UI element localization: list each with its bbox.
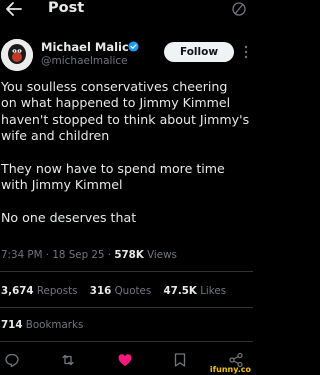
grok-slash-icon[interactable] <box>231 1 247 17</box>
tweet-timestamp: 7:34 PM · 18 Sep 25 · 578K Views <box>1 249 177 261</box>
quotes-count: 316 <box>89 285 112 297</box>
tweet-line: wife and children <box>1 128 110 144</box>
more-options-icon[interactable] <box>244 44 248 60</box>
follow-button[interactable]: Follow <box>164 42 234 62</box>
watermark-logo: ifunny.co <box>209 365 251 374</box>
divider <box>0 271 253 272</box>
tweet-date[interactable]: 18 Sep 25 <box>52 249 104 261</box>
tweet-line: You soulless conservatives cheering <box>1 79 228 94</box>
tweet-line: No one deserves that <box>1 210 137 226</box>
author-name[interactable]: Michael Malice <box>41 40 137 54</box>
tweet-paragraph: You soulless conservatives cheering on w… <box>1 79 252 145</box>
tweet-line: haven't stopped to think about Jimmy's <box>1 111 250 127</box>
quotes-label: Quotes <box>114 285 152 297</box>
likes-stat[interactable]: 47.5K Likes <box>164 285 227 297</box>
bookmarks-stat[interactable]: 714 Bookmarks <box>1 319 83 331</box>
arrow-left-icon[interactable] <box>5 1 23 17</box>
engagement-stats: 3,674 Reposts 316 Quotes 47.5K Likes <box>1 285 235 297</box>
views-count: 578K <box>114 249 144 261</box>
repost-icon[interactable] <box>60 352 76 368</box>
reposts-stat[interactable]: 3,674 Reposts <box>1 285 78 297</box>
avatar[interactable] <box>1 39 33 71</box>
page-title: Post <box>48 0 85 16</box>
tweet-time[interactable]: 7:34 PM <box>1 249 43 261</box>
verified-badge-icon <box>128 41 139 52</box>
divider <box>0 341 253 342</box>
reply-icon[interactable] <box>4 352 20 368</box>
reposts-count: 3,674 <box>1 285 34 297</box>
avatar-image <box>1 39 33 71</box>
tweet-paragraph: They now have to spend more time with Ji… <box>1 161 252 194</box>
author-handle[interactable]: @michaelmalice <box>41 55 128 67</box>
like-icon[interactable] <box>117 352 133 368</box>
likes-count: 47.5K <box>163 285 197 297</box>
divider <box>0 307 253 308</box>
quotes-stat[interactable]: 316 Quotes <box>90 285 151 297</box>
bookmark-icon[interactable] <box>172 352 188 368</box>
tweet-line: with Jimmy Kimmel <box>1 177 123 193</box>
likes-label: Likes <box>200 285 227 297</box>
tweet-line: They now have to spend more time <box>1 161 225 177</box>
tweet-text: You soulless conservatives cheering on w… <box>1 79 252 227</box>
top-bar: Post <box>0 0 253 22</box>
views-label: Views <box>147 249 177 261</box>
bookmarks-label: Bookmarks <box>25 319 84 331</box>
tweet-paragraph: No one deserves that <box>1 210 252 226</box>
tweet-line: on what happened to Jimmy Kimmel <box>1 95 231 111</box>
reposts-label: Reposts <box>36 285 78 297</box>
bookmarks-count: 714 <box>1 319 23 331</box>
